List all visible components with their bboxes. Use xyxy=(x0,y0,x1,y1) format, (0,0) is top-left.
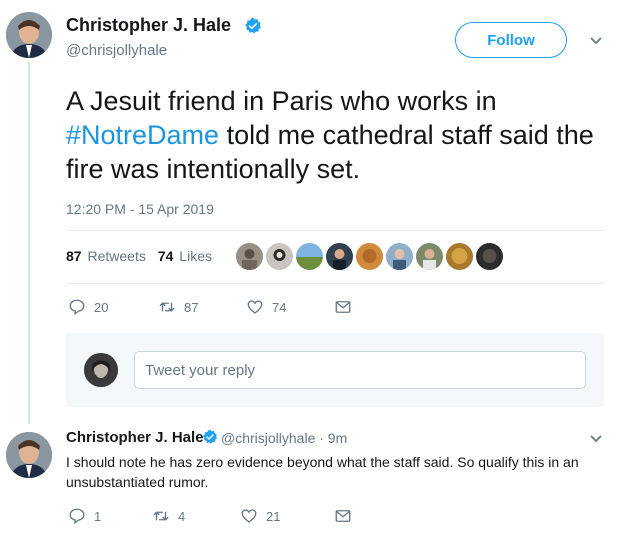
like-action[interactable]: 74 xyxy=(246,298,334,316)
reply-count: 1 xyxy=(94,508,102,524)
reply-time[interactable]: · 9m xyxy=(319,430,347,446)
reply-action[interactable]: 20 xyxy=(68,298,158,316)
tweet-actions: 20 87 74 xyxy=(68,298,352,316)
reply-icon xyxy=(69,508,85,525)
reply-author-meta: @chrisjollyhale · 9m xyxy=(221,430,347,446)
reply-input[interactable]: Tweet your reply xyxy=(134,351,586,389)
verified-badge-icon xyxy=(245,17,261,34)
likes-count: 74 xyxy=(157,248,174,264)
author-name[interactable]: Christopher J. Hale xyxy=(66,15,231,36)
retweets-stat[interactable]: 87 Retweets xyxy=(66,248,146,264)
tweet-text-part: A Jesuit friend in Paris who works in xyxy=(66,86,497,116)
like-count: 74 xyxy=(272,299,287,315)
chevron-down-icon[interactable] xyxy=(589,36,603,46)
liker-avatar[interactable] xyxy=(356,243,383,270)
current-user-avatar[interactable] xyxy=(84,353,118,387)
liker-avatar[interactable] xyxy=(296,243,323,270)
tweet-text: A Jesuit friend in Paris who works in #N… xyxy=(66,84,626,186)
reply-author-handle[interactable]: @chrisjollyhale xyxy=(221,430,315,446)
chevron-down-icon[interactable] xyxy=(589,434,603,444)
likers-avatars xyxy=(236,243,503,270)
divider xyxy=(66,230,604,231)
like-count: 21 xyxy=(266,508,281,524)
liker-avatar[interactable] xyxy=(476,243,503,270)
retweet-action[interactable]: 87 xyxy=(158,298,246,316)
retweet-count: 87 xyxy=(184,299,199,315)
liker-avatar[interactable] xyxy=(386,243,413,270)
liker-avatar[interactable] xyxy=(266,243,293,270)
reply-action[interactable]: 1 xyxy=(68,507,152,525)
retweet-count: 4 xyxy=(178,508,186,524)
direct-message-action[interactable] xyxy=(334,298,352,316)
retweet-icon xyxy=(153,511,169,521)
envelope-icon xyxy=(335,510,351,522)
heart-icon xyxy=(241,509,257,523)
thread-line xyxy=(28,62,30,424)
like-action[interactable]: 21 xyxy=(240,507,334,525)
liker-avatar[interactable] xyxy=(416,243,443,270)
liker-avatar[interactable] xyxy=(326,243,353,270)
direct-message-action[interactable] xyxy=(334,507,352,525)
retweets-count: 87 xyxy=(66,248,82,264)
retweets-label: Retweets xyxy=(87,248,146,264)
tweet-timestamp[interactable]: 12:20 PM - 15 Apr 2019 xyxy=(66,201,214,217)
hashtag-link[interactable]: #NotreDame xyxy=(66,120,219,150)
retweet-icon xyxy=(159,302,175,312)
reply-author-avatar[interactable] xyxy=(6,432,52,478)
follow-button[interactable]: Follow xyxy=(455,22,567,58)
author-avatar[interactable] xyxy=(6,12,52,58)
author-handle[interactable]: @chrisjollyhale xyxy=(66,42,167,59)
verified-badge-icon xyxy=(203,429,218,444)
likes-label: Likes xyxy=(179,248,212,264)
envelope-icon xyxy=(335,301,351,313)
divider xyxy=(66,283,604,284)
reply-author-name[interactable]: Christopher J. Hale xyxy=(66,429,204,446)
retweet-action[interactable]: 4 xyxy=(152,507,240,525)
heart-icon xyxy=(247,300,263,314)
likes-stat[interactable]: 74 Likes xyxy=(158,248,212,264)
liker-avatar[interactable] xyxy=(236,243,263,270)
reply-tweet-actions: 1 4 21 xyxy=(68,507,352,525)
reply-icon xyxy=(69,299,85,316)
tweet-stats: 87 Retweets 74 Likes xyxy=(66,248,212,264)
reply-text: I should note he has zero evidence beyon… xyxy=(66,454,579,490)
reply-count: 20 xyxy=(94,299,109,315)
liker-avatar[interactable] xyxy=(446,243,473,270)
